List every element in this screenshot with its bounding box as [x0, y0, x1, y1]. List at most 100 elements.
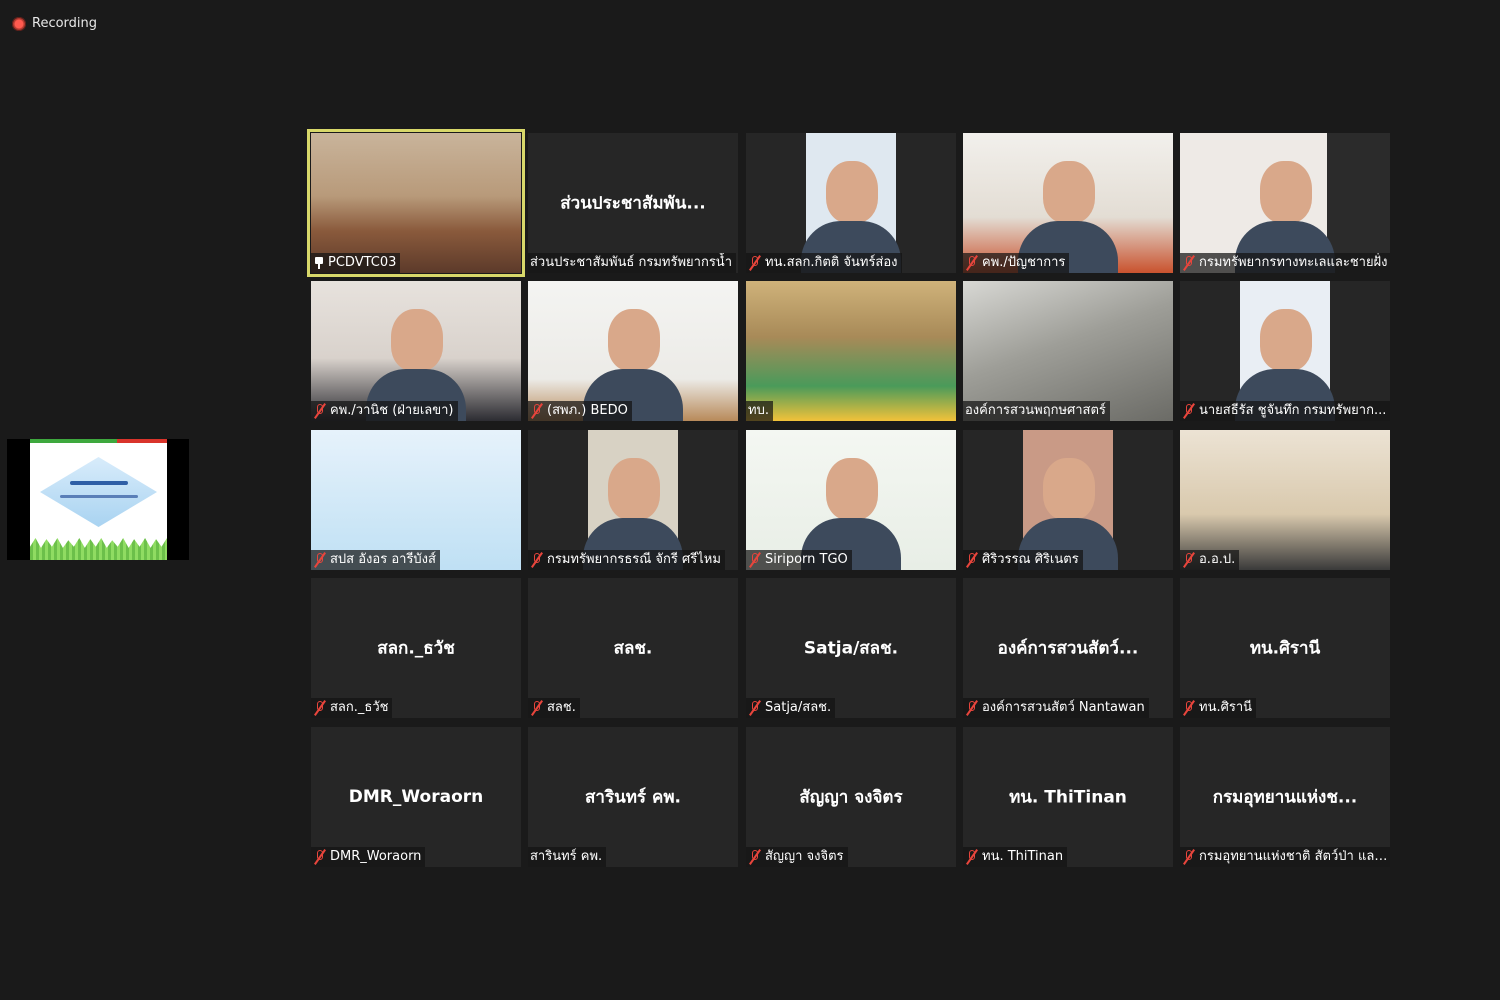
participant-video — [746, 281, 956, 421]
participant-tile[interactable]: นายสธีรัส ชูจันทึก กรมทรัพยาก... — [1180, 281, 1390, 421]
mic-muted-icon — [313, 552, 327, 568]
participant-nametag: Satja/สลช. — [746, 698, 836, 718]
participant-nametag: PCDVTC03 — [311, 253, 401, 273]
participant-name: ศิริวรรณ ศิริเนตร — [982, 552, 1079, 567]
participant-name: ทน.ศิรานี — [1199, 700, 1253, 715]
participant-display-name: ทน. ThiTinan — [1009, 787, 1127, 808]
participant-display-name: Satja/สลช. — [803, 638, 899, 659]
mic-muted-icon — [1182, 849, 1196, 865]
participant-name: คพ./ปัญชาการ — [982, 255, 1066, 270]
participant-face — [1260, 161, 1312, 223]
participant-tile[interactable]: คพ./ปัญชาการ — [963, 133, 1173, 273]
participant-tile[interactable]: กรมอุทยานแห่งช... กรมอุทยานแห่งชาติ สัตว์… — [1180, 727, 1390, 867]
participant-nametag: ทน. ThiTinan — [963, 847, 1068, 867]
participant-display-name: สัญญา จงจิตร — [799, 787, 903, 808]
participant-tile[interactable]: ส่วนประชาสัมพัน... ส่วนประชาสัมพันธ์ กรมท… — [528, 133, 738, 273]
participant-nametag: สลก._ธวัช — [311, 698, 393, 718]
participant-tile[interactable]: DMR_Woraorn DMR_Woraorn — [311, 727, 521, 867]
mic-muted-icon — [1182, 552, 1196, 568]
participant-name: องค์การสวนสัตว์ Nantawan — [982, 700, 1145, 715]
participant-name: DMR_Woraorn — [330, 849, 422, 864]
mic-muted-icon — [748, 849, 762, 865]
participant-nametag: องค์การสวนสัตว์ Nantawan — [963, 698, 1149, 718]
participant-tile[interactable]: อ.อ.ป. — [1180, 430, 1390, 570]
participant-tile[interactable]: ทน. ThiTinan ทน. ThiTinan — [963, 727, 1173, 867]
participant-nametag: DMR_Woraorn — [311, 847, 426, 867]
mic-muted-icon — [748, 700, 762, 716]
participant-name: PCDVTC03 — [328, 255, 397, 270]
participant-face — [391, 309, 443, 371]
mic-muted-icon — [1182, 700, 1196, 716]
participant-face — [826, 458, 878, 520]
participant-name: กรมทรัพยากรธรณี จักรี ศรีไหม — [547, 552, 721, 567]
participant-nametag: คพ./วานิช (ฝ่ายเลขา) — [311, 401, 458, 421]
participant-tile[interactable]: คพ./วานิช (ฝ่ายเลขา) — [311, 281, 521, 421]
participant-nametag: ทน.ศิรานี — [1180, 698, 1257, 718]
participant-nametag: กรมอุทยานแห่งชาติ สัตว์ป่า และ... — [1180, 847, 1390, 867]
participant-face — [826, 161, 878, 223]
participant-nametag: (สพภ.) BEDO — [528, 401, 632, 421]
participant-display-name: ทน.ศิรานี — [1249, 638, 1321, 659]
participant-name: สปส อังอร อารีบังส์ — [330, 552, 436, 567]
mic-muted-icon — [965, 552, 979, 568]
participant-tile[interactable]: ศิริวรรณ ศิริเนตร — [963, 430, 1173, 570]
participant-name: สารินทร์ คพ. — [530, 849, 603, 864]
participant-nametag: ส่วนประชาสัมพันธ์ กรมทรัพยากรน้ำ — [528, 253, 736, 273]
participant-display-name: สลช. — [613, 638, 653, 659]
participant-tile[interactable]: Satja/สลช. Satja/สลช. — [746, 578, 956, 718]
participant-name: อ.อ.ป. — [1199, 552, 1236, 567]
participant-tile[interactable]: สลช. สลช. — [528, 578, 738, 718]
participant-tile[interactable]: กรมทรัพยากรธรณี จักรี ศรีไหม — [528, 430, 738, 570]
participant-tile[interactable]: ทน.สลก.กิตติ จันทร์ส่อง — [746, 133, 956, 273]
mic-muted-icon — [313, 700, 327, 716]
participant-tile[interactable]: ทน.ศิรานี ทน.ศิรานี — [1180, 578, 1390, 718]
participant-nametag: อ.อ.ป. — [1180, 550, 1240, 570]
recording-label: Recording — [32, 16, 98, 31]
participant-tile[interactable]: สารินทร์ คพ. สารินทร์ คพ. — [528, 727, 738, 867]
participant-name: ทบ. — [748, 403, 769, 418]
pin-icon — [313, 256, 325, 270]
mic-muted-icon — [748, 255, 762, 271]
participant-tile[interactable]: (สพภ.) BEDO — [528, 281, 738, 421]
participant-tile[interactable]: สปส อังอร อารีบังส์ — [311, 430, 521, 570]
mic-muted-icon — [748, 552, 762, 568]
participant-nametag: กรมทรัพยากรทางทะเลและชายฝั่ง — [1180, 253, 1390, 273]
participant-tile[interactable]: องค์การสวนสัตว์... องค์การสวนสัตว์ Nantaw… — [963, 578, 1173, 718]
mic-muted-icon — [530, 552, 544, 568]
participant-face — [1260, 309, 1312, 371]
participant-name: คพ./วานิช (ฝ่ายเลขา) — [330, 403, 454, 418]
participant-name: ทน.สลก.กิตติ จันทร์ส่อง — [765, 255, 898, 270]
participant-tile[interactable]: Siriporn TGO — [746, 430, 956, 570]
participant-display-name: สลก._ธวัช — [377, 638, 455, 659]
participant-tile[interactable]: PCDVTC03 — [307, 129, 525, 277]
participant-tile[interactable]: สัญญา จงจิตร สัญญา จงจิตร — [746, 727, 956, 867]
participant-face — [608, 309, 660, 371]
participant-name: สลก._ธวัช — [330, 700, 389, 715]
participant-face — [1043, 161, 1095, 223]
mic-muted-icon — [1182, 255, 1196, 271]
recording-icon — [12, 16, 26, 31]
participant-tile[interactable]: กรมทรัพยากรทางทะเลและชายฝั่ง — [1180, 133, 1390, 273]
participant-video — [311, 133, 521, 273]
participant-display-name: DMR_Woraorn — [348, 787, 484, 807]
participant-display-name: สารินทร์ คพ. — [585, 787, 681, 808]
participant-nametag: สปส อังอร อารีบังส์ — [311, 550, 440, 570]
participant-tile[interactable]: ทบ. — [746, 281, 956, 421]
participant-name: นายสธีรัส ชูจันทึก กรมทรัพยาก... — [1199, 403, 1387, 418]
participant-tile[interactable]: องค์การสวนพฤกษศาสตร์ — [963, 281, 1173, 421]
participant-display-name: ส่วนประชาสัมพัน... — [560, 193, 706, 214]
participant-video — [963, 281, 1173, 421]
participant-nametag: คพ./ปัญชาการ — [963, 253, 1070, 273]
participant-nametag: ทน.สลก.กิตติ จันทร์ส่อง — [746, 253, 902, 273]
participant-nametag: ทบ. — [746, 401, 773, 421]
participant-name: (สพภ.) BEDO — [547, 403, 628, 418]
screen-share-thumbnail[interactable] — [7, 439, 189, 560]
mic-muted-icon — [1182, 403, 1196, 419]
mic-muted-icon — [530, 700, 544, 716]
mic-muted-icon — [965, 255, 979, 271]
participant-name: สัญญา จงจิตร — [765, 849, 844, 864]
participant-video — [1180, 430, 1390, 570]
participant-name: Satja/สลช. — [765, 700, 832, 715]
participant-nametag: นายสธีรัส ชูจันทึก กรมทรัพยาก... — [1180, 401, 1390, 421]
participant-tile[interactable]: สลก._ธวัช สลก._ธวัช — [311, 578, 521, 718]
